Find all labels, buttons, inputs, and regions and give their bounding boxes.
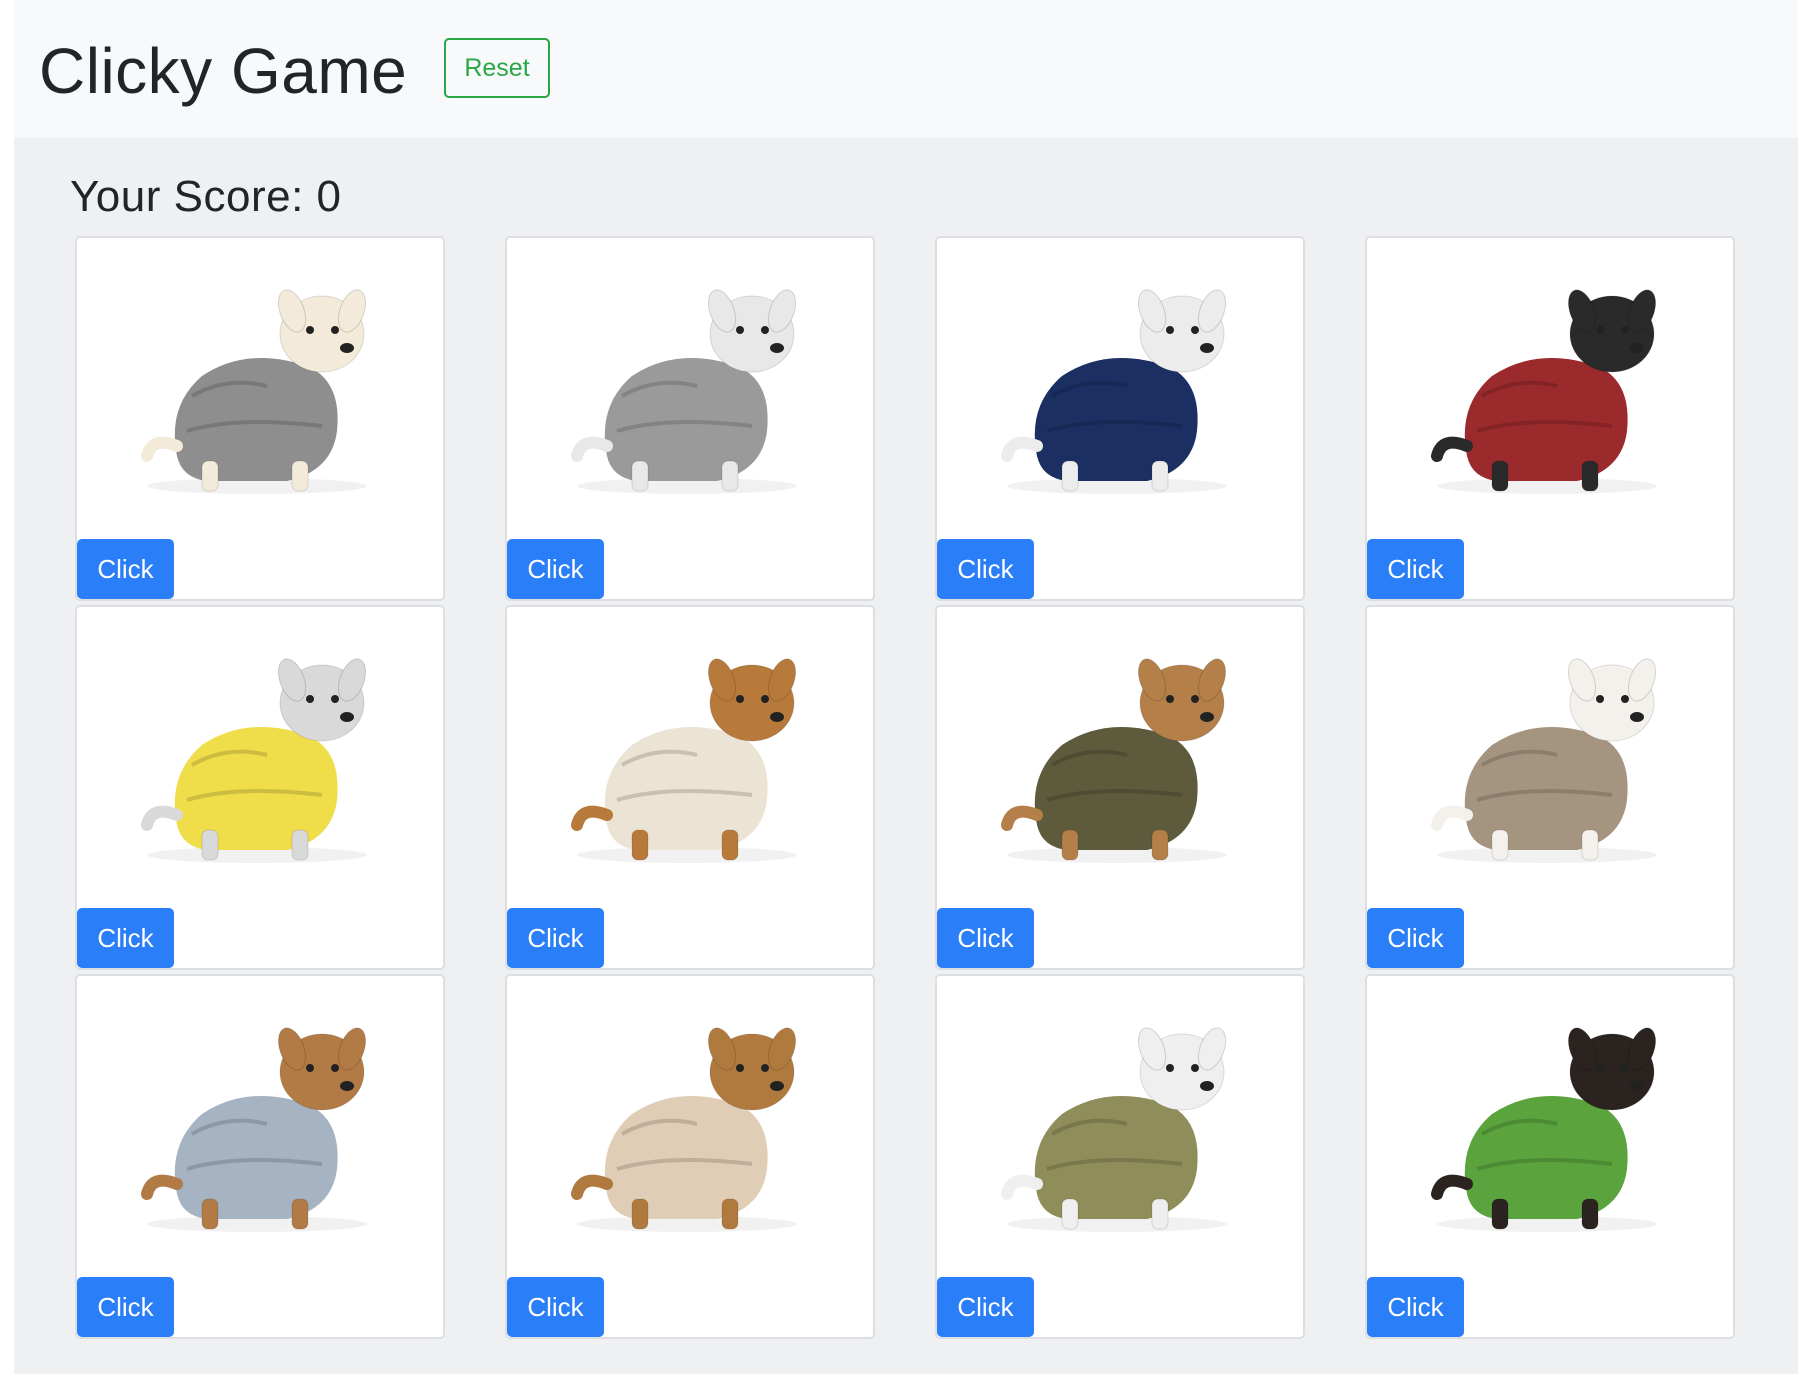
dog-photo-icon: [107, 625, 413, 891]
dog-photo-icon: [1397, 994, 1703, 1260]
dog-card: Click: [505, 236, 875, 601]
dog-photo-icon: [967, 994, 1273, 1260]
dog-card: Click: [935, 236, 1305, 601]
navbar: Clicky Game Reset: [14, 0, 1798, 138]
dog-photo-icon: [967, 256, 1273, 522]
dog-photo-icon: [537, 625, 843, 891]
dog-photo-icon: [537, 256, 843, 522]
dog-photo-icon: [107, 256, 413, 522]
click-button[interactable]: Click: [1367, 539, 1464, 599]
click-button[interactable]: Click: [937, 908, 1034, 968]
dog-card: Click: [1365, 974, 1735, 1339]
dog-photo-icon: [1397, 625, 1703, 891]
dog-card: Click: [75, 236, 445, 601]
score-display: Your Score: 0: [70, 172, 342, 221]
reset-button[interactable]: Reset: [444, 38, 550, 98]
click-button[interactable]: Click: [507, 539, 604, 599]
click-button[interactable]: Click: [77, 908, 174, 968]
click-button[interactable]: Click: [77, 1277, 174, 1337]
dog-card: Click: [935, 605, 1305, 970]
card-grid: Click Click Click Click Click Click Click Click…: [75, 236, 1749, 1339]
click-button[interactable]: Click: [507, 908, 604, 968]
dog-card: Click: [75, 974, 445, 1339]
dog-card: Click: [1365, 605, 1735, 970]
dog-card: Click: [1365, 236, 1735, 601]
dog-photo-icon: [107, 994, 413, 1260]
dog-photo-icon: [537, 994, 843, 1260]
dog-card: Click: [505, 605, 875, 970]
click-button[interactable]: Click: [77, 539, 174, 599]
dog-card: Click: [505, 974, 875, 1339]
click-button[interactable]: Click: [1367, 908, 1464, 968]
click-button[interactable]: Click: [507, 1277, 604, 1337]
dog-photo-icon: [1397, 256, 1703, 522]
click-button[interactable]: Click: [937, 1277, 1034, 1337]
dog-card: Click: [75, 605, 445, 970]
dog-photo-icon: [967, 625, 1273, 891]
click-button[interactable]: Click: [937, 539, 1034, 599]
app-container: Clicky Game Reset Your Score: 0 Click Cli…: [14, 0, 1798, 1374]
click-button[interactable]: Click: [1367, 1277, 1464, 1337]
dog-card: Click: [935, 974, 1305, 1339]
brand-title: Clicky Game: [39, 35, 408, 107]
